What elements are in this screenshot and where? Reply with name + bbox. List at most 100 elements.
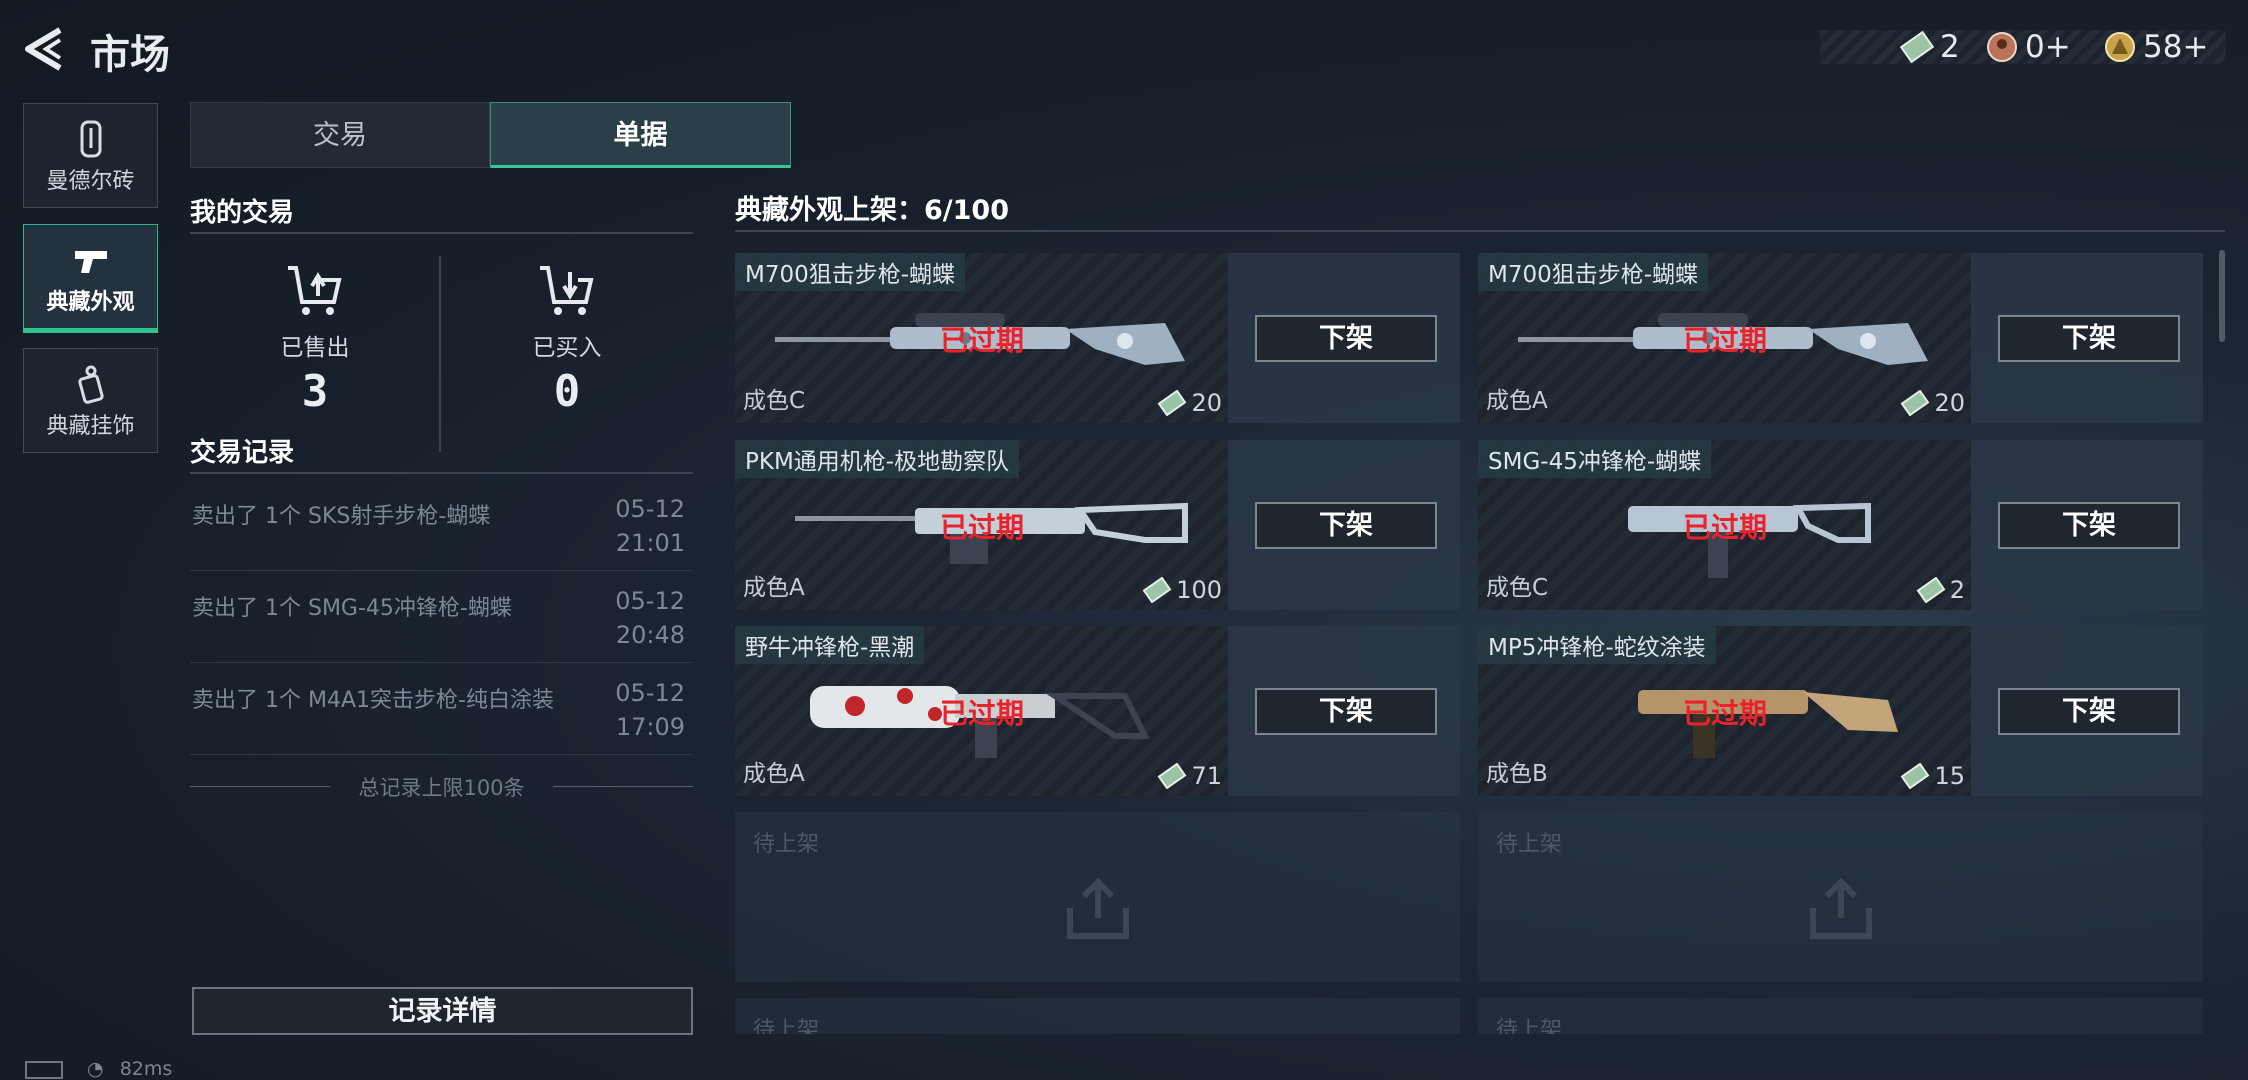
expired-label: 已过期	[940, 511, 1025, 544]
shelf-title: 典藏外观上架：6/100	[735, 195, 1010, 226]
item-price: 20	[1157, 389, 1222, 417]
item-condition: 成色A	[1486, 388, 1548, 414]
sidebar-item-mandel-brick[interactable]: 曼德尔砖	[23, 103, 158, 208]
weapon-image: M700狙击步枪-蝴蝶 已过期 成色C 20	[735, 253, 1228, 423]
empty-slot[interactable]: 待上架	[735, 998, 1460, 1034]
expired-label: 已过期	[940, 697, 1025, 730]
battery-icon	[25, 1060, 63, 1079]
sidebar-item-charms[interactable]: 典藏挂饰	[23, 348, 158, 453]
expired-label: 已过期	[1683, 324, 1768, 357]
cart-sold-icon	[288, 266, 342, 315]
tab-trade[interactable]: 交易	[190, 102, 490, 168]
sold-stat: 已售出 3	[215, 262, 415, 417]
remove-listing-button[interactable]: 下架	[1998, 315, 2180, 362]
charm-icon	[77, 365, 104, 404]
item-price: 15	[1900, 762, 1965, 790]
remove-listing-button[interactable]: 下架	[1255, 315, 1437, 362]
record-details-button[interactable]: 记录详情	[192, 987, 693, 1035]
records-limit-note: 总记录上限100条	[190, 772, 693, 802]
divider	[190, 232, 693, 234]
weapon-image: M700狙击步枪-蝴蝶 已过期 成色A 20	[1478, 253, 1971, 423]
item-condition: 成色A	[743, 575, 805, 601]
weapon-image: PKM通用机枪-极地勘察队 已过期 成色A 100	[735, 440, 1228, 610]
item-name: 野牛冲锋枪-黑潮	[735, 626, 925, 664]
empty-slot[interactable]: 待上架	[1478, 998, 2203, 1034]
bought-count: 0	[553, 366, 581, 417]
remove-listing-button[interactable]: 下架	[1255, 502, 1437, 549]
weapon-image: MP5冲锋枪-蛇纹涂装 已过期 成色B 15	[1478, 626, 1971, 796]
status-footer: ◔ 82ms	[25, 1058, 172, 1080]
record-datetime: 05-12 21:01	[615, 495, 685, 557]
sold-label: 已售出	[280, 335, 350, 361]
currency-medal[interactable]: 0+	[1985, 29, 2071, 65]
record-datetime: 05-12 20:48	[615, 587, 685, 649]
record-text: 卖出了 1个 SKS射手步枪-蝴蝶	[192, 504, 491, 529]
my-trades-title: 我的交易	[190, 198, 295, 228]
weapon-image: 野牛冲锋枪-黑潮 已过期 成色A 71	[735, 626, 1228, 796]
item-condition: 成色B	[1486, 761, 1548, 787]
back-arrow-icon[interactable]	[22, 24, 66, 74]
ticket-icon	[1900, 30, 1934, 64]
empty-slot-label: 待上架	[753, 1018, 820, 1034]
item-price: 20	[1900, 389, 1965, 417]
record-datetime: 05-12 17:09	[615, 679, 685, 741]
currency-ticket-value: 2	[1940, 29, 1960, 65]
item-price: 100	[1142, 576, 1222, 604]
tab-orders[interactable]: 单据	[490, 102, 791, 168]
cart-bought-icon	[540, 266, 594, 315]
item-condition: 成色A	[743, 761, 805, 787]
remove-listing-button[interactable]: 下架	[1255, 688, 1437, 735]
sidebar-item-label: 典藏外观	[46, 290, 135, 315]
sidebar-item-skins[interactable]: 典藏外观	[23, 224, 158, 333]
sidebar-item-label: 曼德尔砖	[46, 169, 135, 194]
weapon-image: SMG-45冲锋枪-蝴蝶 已过期 成色C 2	[1478, 440, 1971, 610]
divider	[735, 230, 2225, 232]
item-name: PKM通用机枪-极地勘察队	[735, 440, 1020, 478]
empty-slot-label: 待上架	[1496, 832, 1563, 857]
medal-icon	[1987, 32, 2017, 62]
record-row: 卖出了 1个 SMG-45冲锋枪-蝴蝶 05-12 20:48	[190, 570, 693, 663]
ticket-icon	[1901, 390, 1930, 416]
remove-listing-button[interactable]: 下架	[1998, 502, 2180, 549]
empty-slot[interactable]: 待上架	[1478, 812, 2203, 982]
currency-medal-value: 0+	[2025, 29, 2071, 65]
remove-listing-button[interactable]: 下架	[1998, 688, 2180, 735]
wifi-icon: ◔	[87, 1058, 104, 1080]
listing-card: PKM通用机枪-极地勘察队 已过期 成色A 100 下架	[735, 440, 1460, 610]
ticket-icon	[1901, 763, 1930, 789]
record-text: 卖出了 1个 SMG-45冲锋枪-蝴蝶	[192, 596, 512, 621]
currency-ticket[interactable]: 2	[1900, 29, 1960, 65]
bought-stat: 已买入 0	[467, 262, 667, 417]
records-title: 交易记录	[190, 438, 295, 468]
bought-label: 已买入	[532, 335, 602, 361]
expired-label: 已过期	[940, 324, 1025, 357]
page-title: 市场	[90, 32, 170, 78]
sold-count: 3	[301, 366, 329, 417]
ping-value: 82ms	[119, 1058, 173, 1080]
item-price: 2	[1916, 576, 1965, 604]
record-text: 卖出了 1个 M4A1突击步枪-纯白涂装	[192, 688, 554, 713]
scrollbar[interactable]	[2219, 250, 2225, 342]
expired-label: 已过期	[1683, 511, 1768, 544]
tab-bar: 交易 单据	[190, 102, 791, 168]
empty-slot[interactable]: 待上架	[735, 812, 1460, 982]
item-condition: 成色C	[743, 388, 806, 414]
item-name: M700狙击步枪-蝴蝶	[1478, 253, 1709, 291]
item-name: MP5冲锋枪-蛇纹涂装	[1478, 626, 1716, 664]
sidebar-item-label: 典藏挂饰	[46, 414, 135, 439]
currency-coin[interactable]: 58+	[2103, 29, 2208, 65]
item-name: SMG-45冲锋枪-蝴蝶	[1478, 440, 1712, 478]
divider	[190, 472, 693, 474]
ticket-icon	[1158, 390, 1187, 416]
ticket-icon	[1916, 577, 1946, 603]
listing-card: MP5冲锋枪-蛇纹涂装 已过期 成色B 15 下架	[1478, 626, 2203, 796]
listing-card: SMG-45冲锋枪-蝴蝶 已过期 成色C 2 下架	[1478, 440, 2203, 610]
item-price: 71	[1157, 762, 1222, 790]
upload-icon	[1067, 877, 1129, 939]
ticket-icon	[1158, 763, 1187, 789]
listing-card: M700狙击步枪-蝴蝶 已过期 成色A 20 下架	[1478, 253, 2203, 423]
expired-label: 已过期	[1683, 697, 1768, 730]
item-condition: 成色C	[1486, 575, 1549, 601]
record-row: 卖出了 1个 M4A1突击步枪-纯白涂装 05-12 17:09	[190, 662, 693, 755]
brick-icon	[80, 120, 101, 158]
